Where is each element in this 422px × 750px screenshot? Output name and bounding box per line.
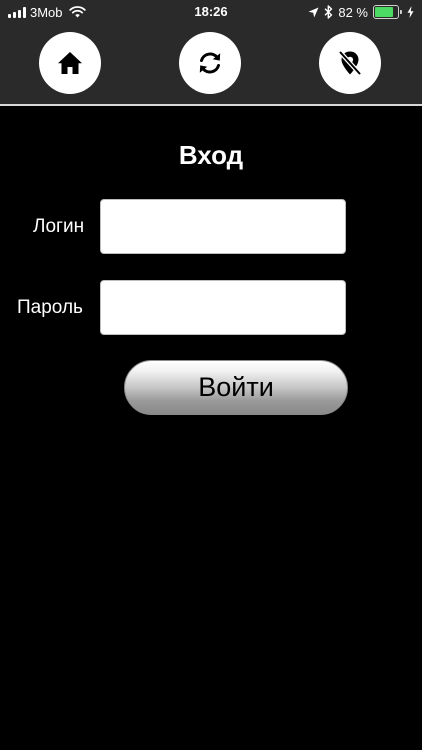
location-arrow-icon xyxy=(308,7,319,17)
battery-tip xyxy=(400,10,402,14)
bluetooth-icon xyxy=(324,5,333,19)
login-title: Вход xyxy=(178,140,244,170)
home-icon xyxy=(58,52,82,74)
login-label: Логин xyxy=(33,216,85,237)
status-bar: 3Mob 18:26 82 % xyxy=(0,0,422,24)
top-toolbar xyxy=(0,24,422,106)
login-input[interactable] xyxy=(100,199,346,254)
charging-bolt-icon xyxy=(407,6,414,18)
location-off-icon xyxy=(338,50,362,76)
status-bar-right: 82 % xyxy=(308,4,414,20)
refresh-button[interactable] xyxy=(179,32,241,94)
password-input[interactable] xyxy=(100,280,346,335)
password-label: Пароль xyxy=(17,297,83,318)
battery-percent: 82 % xyxy=(338,4,368,20)
location-off-button[interactable] xyxy=(319,32,381,94)
battery-icon xyxy=(373,5,399,19)
refresh-icon xyxy=(199,52,221,74)
battery-level-fill xyxy=(375,7,393,17)
login-submit-button[interactable]: Войти xyxy=(124,360,348,415)
home-button[interactable] xyxy=(39,32,101,94)
